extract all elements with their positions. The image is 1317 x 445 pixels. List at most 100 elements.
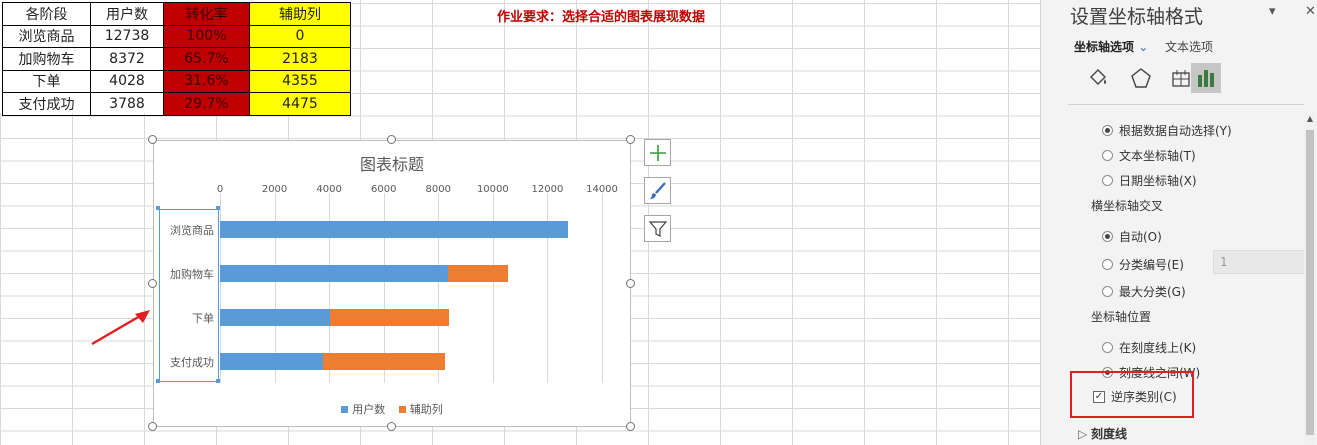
header-cell-helper[interactable]: 辅助列 (249, 2, 351, 26)
legend-item-helper[interactable]: 辅助列 (398, 401, 443, 417)
radio-button[interactable] (1102, 342, 1113, 353)
radio-button[interactable] (1102, 286, 1113, 297)
bar-segment[interactable] (323, 353, 446, 370)
bar-segment[interactable] (220, 221, 568, 238)
pane-options-chevron-icon[interactable]: ▾ (1269, 4, 1276, 19)
category-number-input[interactable]: 1 (1213, 250, 1305, 274)
resize-handle[interactable] (626, 135, 635, 144)
plus-icon (649, 144, 666, 161)
category-label: 下单 (192, 312, 214, 325)
spreadsheet-grid[interactable]: 各阶段 用户数 转化率 辅助列 浏览商品 12738 100% 0 加购物车 8… (0, 0, 1040, 445)
table-cell[interactable]: 0 (249, 24, 351, 48)
paint-bucket-icon (1090, 69, 1106, 85)
table-cell[interactable]: 支付成功 (2, 92, 91, 116)
bar-segment[interactable] (220, 265, 449, 282)
header-cell-users[interactable]: 用户数 (90, 2, 164, 26)
x-tick-label: 14000 (586, 184, 618, 195)
table-cell[interactable]: 4475 (249, 92, 351, 116)
radio-auto-select[interactable]: 根据数据自动选择(Y) (1102, 122, 1232, 139)
table-cell[interactable]: 29.7% (163, 92, 250, 116)
tick-marks-label: 刻度线 (1091, 427, 1128, 441)
radio-button[interactable] (1102, 175, 1113, 186)
radio-label: 日期坐标轴(X) (1119, 174, 1197, 188)
table-cell[interactable]: 浏览商品 (2, 24, 91, 48)
table-cell[interactable]: 4355 (249, 69, 351, 93)
table-cell[interactable]: 12738 (90, 24, 164, 48)
x-tick-label: 8000 (425, 184, 452, 195)
table-cell[interactable]: 加购物车 (2, 47, 91, 71)
chart-styles-button[interactable] (644, 177, 671, 204)
radio-button[interactable] (1102, 259, 1113, 270)
tab-axis-options[interactable]: 坐标轴选项 ⌄ (1074, 38, 1148, 55)
bar-segment[interactable] (448, 265, 508, 282)
radio-on-tick-marks[interactable]: 在刻度线上(K) (1102, 339, 1196, 356)
table-cell[interactable]: 8372 (90, 47, 164, 71)
radio-cross-auto[interactable]: 自动(O) (1102, 228, 1162, 245)
chart-area[interactable]: 图表标题 用户数 辅助列 0 2000 4000 6000 8000 10000 12000… (153, 140, 631, 427)
header-cell-stage[interactable]: 各阶段 (2, 2, 91, 26)
category-label: 加购物车 (170, 268, 214, 281)
chart-title[interactable]: 图表标题 (154, 151, 630, 175)
scroll-up-arrow-icon[interactable]: ▲ (1304, 114, 1316, 126)
radio-button[interactable] (1102, 231, 1113, 242)
format-axis-pane: 设置坐标轴格式 ▾ ✕ 坐标轴选项 ⌄ 文本选项 根据数据自动选择(Y) 文本坐… (1040, 0, 1317, 445)
radio-text-axis[interactable]: 文本坐标轴(T) (1102, 147, 1196, 164)
chevron-down-icon: ⌄ (1138, 40, 1149, 54)
pane-divider (1068, 104, 1304, 105)
fill-line-button[interactable] (1083, 63, 1113, 93)
bar-chart-icon (1198, 70, 1214, 87)
radio-button[interactable] (1102, 150, 1113, 161)
resize-handle[interactable] (387, 422, 396, 431)
axis-selection-handle[interactable] (156, 206, 160, 210)
effects-button[interactable] (1126, 63, 1156, 93)
axis-selection-handle[interactable] (216, 206, 220, 210)
chart-legend[interactable]: 用户数 辅助列 (154, 401, 630, 417)
resize-handle[interactable] (387, 135, 396, 144)
resize-handle[interactable] (148, 135, 157, 144)
legend-item-users[interactable]: 用户数 (341, 401, 385, 417)
x-tick-label: 10000 (476, 184, 509, 195)
table-row: 下单 4028 31.6% 4355 (2, 69, 351, 93)
assignment-note[interactable]: 作业要求：选择合适的图表展现数据 (497, 6, 705, 25)
radio-date-axis[interactable]: 日期坐标轴(X) (1102, 172, 1197, 189)
radio-button[interactable] (1102, 125, 1113, 136)
legend-swatch-orange (398, 405, 406, 413)
header-cell-rate[interactable]: 转化率 (163, 2, 250, 26)
axis-selection-handle[interactable] (156, 379, 160, 383)
legend-label: 辅助列 (409, 403, 443, 416)
table-cell[interactable]: 100% (163, 24, 250, 48)
tab-axis-label: 坐标轴选项 (1074, 40, 1135, 54)
radio-label: 文本坐标轴(T) (1119, 149, 1196, 163)
chart-elements-button[interactable] (644, 139, 671, 166)
axis-selection-handle[interactable] (216, 379, 220, 383)
close-icon[interactable]: ✕ (1305, 4, 1316, 19)
bar-segment[interactable] (329, 309, 449, 326)
table-row: 浏览商品 12738 100% 0 (2, 24, 351, 48)
resize-handle[interactable] (148, 422, 157, 431)
bar-segment[interactable] (220, 309, 330, 326)
scrollbar-thumb[interactable] (1306, 130, 1314, 435)
gridline (602, 193, 603, 383)
radio-label: 分类编号(E) (1119, 258, 1184, 272)
highlight-box (1070, 371, 1194, 418)
x-tick-label: 12000 (531, 184, 564, 195)
radio-cross-category[interactable]: 分类编号(E) (1102, 256, 1184, 273)
table-cell[interactable]: 65.7% (163, 47, 250, 71)
table-cell[interactable]: 4028 (90, 69, 164, 93)
radio-cross-max[interactable]: 最大分类(G) (1102, 283, 1186, 300)
axis-options-button[interactable] (1191, 63, 1221, 93)
resize-handle[interactable] (148, 279, 157, 288)
bar-segment[interactable] (220, 353, 324, 370)
chart-filters-button[interactable] (644, 215, 671, 242)
table-cell[interactable]: 3788 (90, 92, 164, 116)
table-cell[interactable]: 2183 (249, 47, 351, 71)
resize-handle[interactable] (626, 279, 635, 288)
tab-text-options[interactable]: 文本选项 (1165, 38, 1213, 55)
table-cell[interactable]: 31.6% (163, 69, 250, 93)
table-cell[interactable]: 下单 (2, 69, 91, 93)
tick-marks-section[interactable]: ▷ 刻度线 (1078, 425, 1127, 442)
radio-label: 在刻度线上(K) (1119, 341, 1197, 355)
pentagon-icon (1131, 68, 1151, 88)
resize-handle[interactable] (626, 422, 635, 431)
legend-label: 用户数 (352, 403, 386, 416)
